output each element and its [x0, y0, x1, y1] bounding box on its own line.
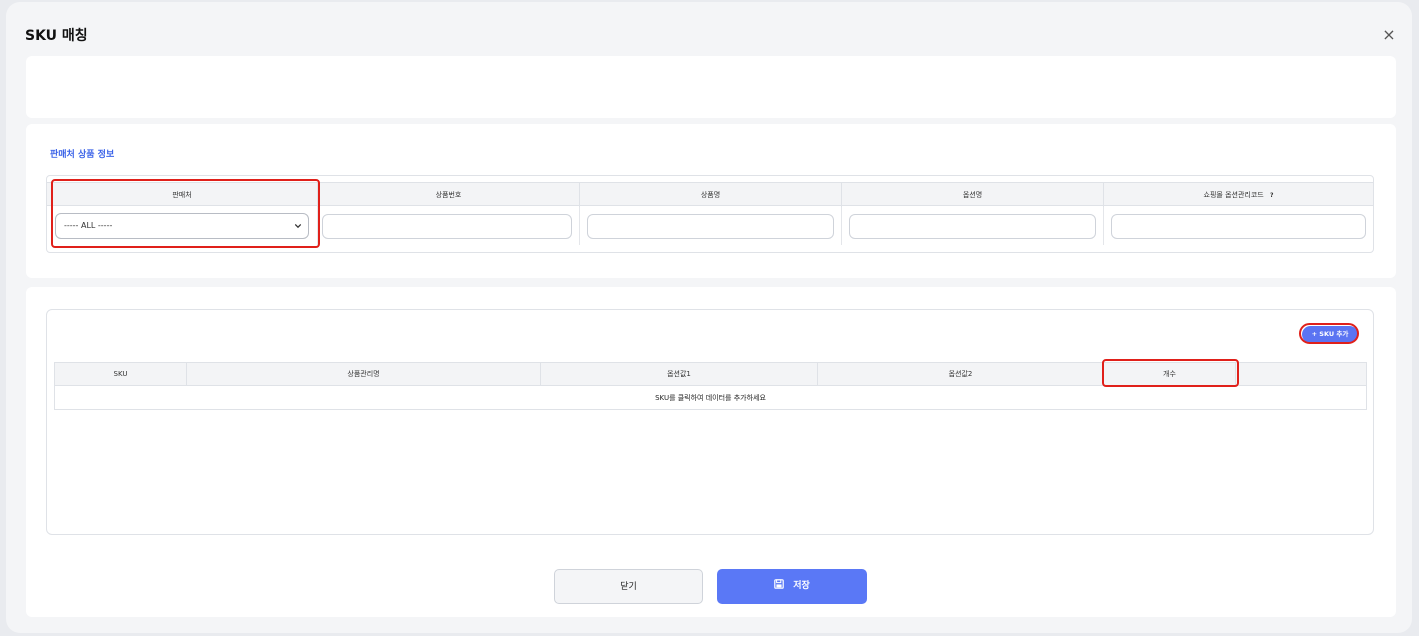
sku-table-header: SKU 상품관리명 옵션값1 옵션값2 개수 [55, 363, 1366, 386]
product-name-input[interactable] [587, 214, 834, 239]
table-header: 판매처 상품번호 상품명 옵션명 쇼핑몰 옵션관리코드 ? [47, 182, 1373, 207]
modal-header: SKU 매칭 × [6, 2, 1412, 56]
column-header-sku: SKU [55, 363, 187, 386]
save-icon [774, 579, 784, 589]
seller-select-value: ----- ALL ----- [64, 221, 113, 230]
empty-message: SKU를 클릭하여 데이터를 추가하세요 [655, 394, 766, 402]
product-no-cell [318, 207, 580, 245]
save-button[interactable]: 저장 [717, 569, 867, 604]
close-button[interactable]: 닫기 [554, 569, 703, 604]
section-title: 판매처 상품 정보 [50, 150, 115, 160]
seller-select[interactable]: ----- ALL ----- [55, 213, 309, 239]
seller-product-info-card: 판매처 상품 정보 판매처 상품번호 상품명 옵션명 쇼핑몰 옵션관리코드 ? … [26, 124, 1396, 278]
save-button-label: 저장 [793, 581, 810, 591]
column-header-option-value1: 옵션값1 [541, 363, 818, 386]
column-header-option-value2: 옵션값2 [818, 363, 1104, 386]
product-name-cell [580, 207, 842, 245]
close-icon[interactable]: × [1382, 27, 1396, 43]
sku-panel: + SKU 추가 SKU 상품관리명 옵션값1 옵션값2 개수 SKU를 클릭하… [46, 309, 1374, 535]
column-header-count: 개수 [1104, 363, 1236, 386]
chevron-down-icon [294, 224, 302, 229]
option-name-cell [842, 207, 1104, 245]
column-header-option-code-label: 쇼핑몰 옵션관리코드 [1203, 191, 1264, 199]
column-header-product-no: 상품번호 [318, 183, 580, 207]
product-no-input[interactable] [322, 214, 572, 239]
seller-cell: ----- ALL ----- [47, 207, 318, 245]
column-header-spacer [1236, 363, 1366, 386]
sku-matching-modal: SKU 매칭 × 판매처 상품 정보 판매처 상품번호 상품명 옵션명 쇼핑몰 … [6, 2, 1412, 633]
column-header-product-manage-name: 상품관리명 [187, 363, 541, 386]
add-sku-button[interactable]: + SKU 추가 [1302, 326, 1358, 343]
seller-product-table: 판매처 상품번호 상품명 옵션명 쇼핑몰 옵션관리코드 ? ----- ALL … [46, 175, 1374, 253]
option-name-input[interactable] [849, 214, 1096, 239]
column-header-option-name: 옵션명 [842, 183, 1104, 207]
modal-title: SKU 매칭 [25, 28, 88, 44]
column-header-seller: 판매처 [47, 183, 318, 207]
table-input-row: ----- ALL ----- [47, 207, 1373, 247]
column-header-product-name: 상품명 [580, 183, 842, 207]
option-code-input[interactable] [1111, 214, 1366, 239]
help-icon[interactable]: ? [1270, 192, 1273, 199]
column-header-option-code: 쇼핑몰 옵션관리코드 ? [1104, 183, 1373, 207]
sku-table: SKU 상품관리명 옵션값1 옵션값2 개수 SKU를 클릭하여 데이터를 추가… [54, 362, 1367, 410]
sku-card: + SKU 추가 SKU 상품관리명 옵션값1 옵션값2 개수 SKU를 클릭하… [26, 287, 1396, 617]
option-code-cell [1104, 207, 1373, 245]
filter-card [26, 56, 1396, 118]
